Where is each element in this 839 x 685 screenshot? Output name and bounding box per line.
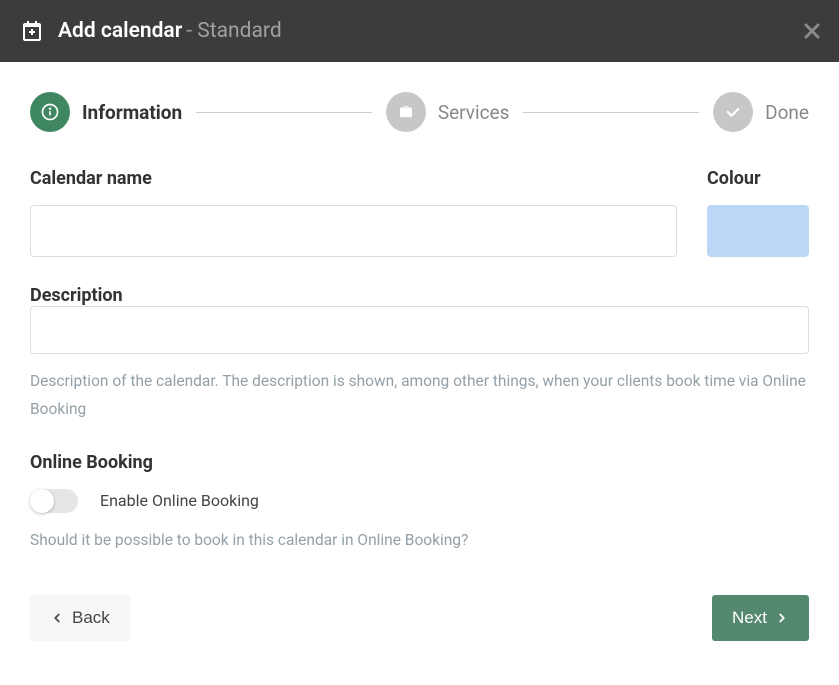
online-booking-heading: Online Booking xyxy=(30,452,809,473)
step-done[interactable]: Done xyxy=(713,92,809,132)
next-button[interactable]: Next xyxy=(712,595,809,641)
step-services[interactable]: Services xyxy=(386,92,510,132)
chevron-left-icon xyxy=(50,611,64,625)
toggle-knob xyxy=(30,489,54,513)
back-button[interactable]: Back xyxy=(30,595,130,641)
description-input[interactable] xyxy=(30,306,809,354)
toggle-label: Enable Online Booking xyxy=(100,491,259,510)
chevron-right-icon xyxy=(775,611,789,625)
calendar-name-input[interactable] xyxy=(30,205,677,257)
next-button-label: Next xyxy=(732,608,767,628)
close-icon[interactable] xyxy=(803,22,821,40)
enable-online-booking-toggle[interactable] xyxy=(30,489,78,513)
modal-subtitle: - Standard xyxy=(186,19,281,43)
calendar-add-icon xyxy=(20,19,44,43)
step-label: Services xyxy=(438,101,510,124)
colour-label: Colour xyxy=(707,168,809,189)
briefcase-icon xyxy=(386,92,426,132)
step-divider xyxy=(523,112,699,113)
check-icon xyxy=(713,92,753,132)
modal-header: Add calendar - Standard xyxy=(0,0,839,62)
info-icon xyxy=(30,92,70,132)
back-button-label: Back xyxy=(72,608,110,628)
description-help-text: Description of the calendar. The descrip… xyxy=(30,368,809,424)
modal-body: Information Services Done Calendar name xyxy=(0,62,839,641)
calendar-name-label: Calendar name xyxy=(30,168,677,189)
step-label: Information xyxy=(82,101,182,124)
step-information[interactable]: Information xyxy=(30,92,182,132)
step-divider xyxy=(196,112,372,113)
modal-title: Add calendar xyxy=(58,19,182,43)
step-label: Done xyxy=(765,101,809,124)
colour-picker[interactable] xyxy=(707,205,809,257)
description-label: Description xyxy=(30,285,123,306)
online-booking-help-text: Should it be possible to book in this ca… xyxy=(30,527,809,555)
wizard-stepper: Information Services Done xyxy=(30,92,809,132)
